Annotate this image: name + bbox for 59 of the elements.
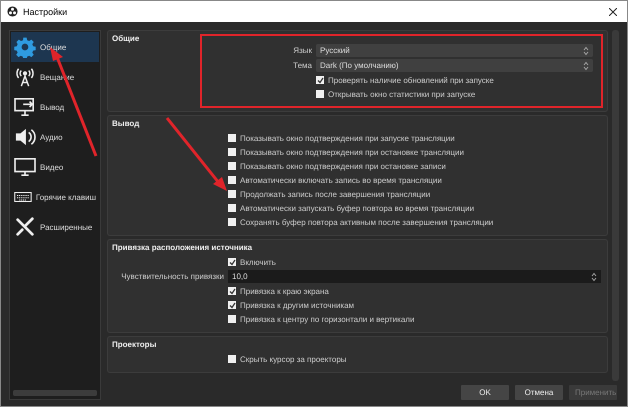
dialog-button[interactable]: OK <box>461 385 509 400</box>
scrollbar[interactable] <box>13 390 97 396</box>
checkbox-label: Показывать окно подтверждения при остановке записи <box>240 162 446 170</box>
checkbox[interactable] <box>316 76 324 84</box>
window-title: Настройки <box>23 6 68 16</box>
spin-arrows-icon[interactable] <box>591 272 597 282</box>
checkbox-label: Проверять наличие обновлений при запуске <box>328 76 494 84</box>
sidebar-item[interactable]: Общие <box>11 32 99 62</box>
checkbox-label: Автоматически включать запись во время трансляции <box>240 176 442 184</box>
group-title: Общие <box>112 34 140 43</box>
speaker-icon <box>14 127 36 147</box>
checkbox-label: Привязка к краю экрана <box>240 286 329 296</box>
checkbox-label: Скрыть курсор за проекторы <box>240 354 347 364</box>
field-label: Чувствительность привязки <box>120 272 224 281</box>
keyboard-icon <box>14 189 32 205</box>
checkbox-label: Привязка к другим источникам <box>240 300 354 310</box>
field-label: Тема <box>292 61 312 70</box>
checkbox[interactable] <box>228 134 236 142</box>
close-icon[interactable] <box>609 8 617 16</box>
app-logo-icon <box>7 6 18 17</box>
checkbox[interactable] <box>228 301 236 309</box>
sidebar-item[interactable]: Горячие клавиш <box>11 182 99 212</box>
checkbox-label: Открывать окно статистики при запуске <box>328 90 476 98</box>
checkbox-label: Показывать окно подтверждения при запуске трансляции <box>240 134 455 142</box>
checkbox[interactable] <box>228 162 236 170</box>
checkbox[interactable] <box>228 258 236 266</box>
group-title: Привязка расположения источника <box>112 243 254 252</box>
spin-arrows-icon[interactable] <box>583 46 589 56</box>
checkbox-label: Продолжать запись после завершения трансляции <box>240 190 430 198</box>
monitor-icon <box>14 157 36 177</box>
checkbox[interactable] <box>228 176 236 184</box>
checkbox[interactable] <box>228 315 236 323</box>
number-field[interactable]: 10,0 <box>228 270 601 283</box>
antenna-icon <box>14 66 36 88</box>
gear-icon <box>14 36 36 58</box>
checkbox[interactable] <box>228 190 236 198</box>
sidebar-item[interactable]: Видео <box>11 152 99 182</box>
checkbox[interactable] <box>228 204 236 212</box>
checkbox-label: Сохранять буфер повтора активным после завершения трансляции <box>240 218 494 226</box>
checkbox[interactable] <box>228 355 236 363</box>
sidebar-item[interactable]: Расширенные <box>11 212 99 242</box>
checkbox-label: Показывать окно подтверждения при остановке трансляции <box>240 148 464 156</box>
field-label: Язык <box>292 46 312 55</box>
checkbox-label: Привязка к центру по горизонтали и вертикали <box>240 314 414 324</box>
checkbox[interactable] <box>228 218 236 226</box>
dropdown[interactable]: Русский <box>316 44 593 57</box>
dialog-button[interactable]: Отмена <box>515 385 563 400</box>
dropdown[interactable]: Dark (По умолчанию) <box>316 59 593 72</box>
checkbox-label: Включить <box>240 258 276 266</box>
group-title: Проекторы <box>112 340 158 349</box>
checkbox[interactable] <box>228 287 236 295</box>
sidebar-item[interactable]: Вывод <box>11 92 99 122</box>
group-title: Вывод <box>112 119 140 128</box>
checkbox-label: Автоматически запускать буфер повтора во время трансляции <box>240 204 474 212</box>
monitor-arrow-icon <box>14 97 36 117</box>
sidebar-item[interactable]: Аудио <box>11 122 99 152</box>
spin-arrows-icon[interactable] <box>583 60 589 70</box>
checkbox[interactable] <box>228 148 236 156</box>
checkbox[interactable] <box>316 90 324 98</box>
